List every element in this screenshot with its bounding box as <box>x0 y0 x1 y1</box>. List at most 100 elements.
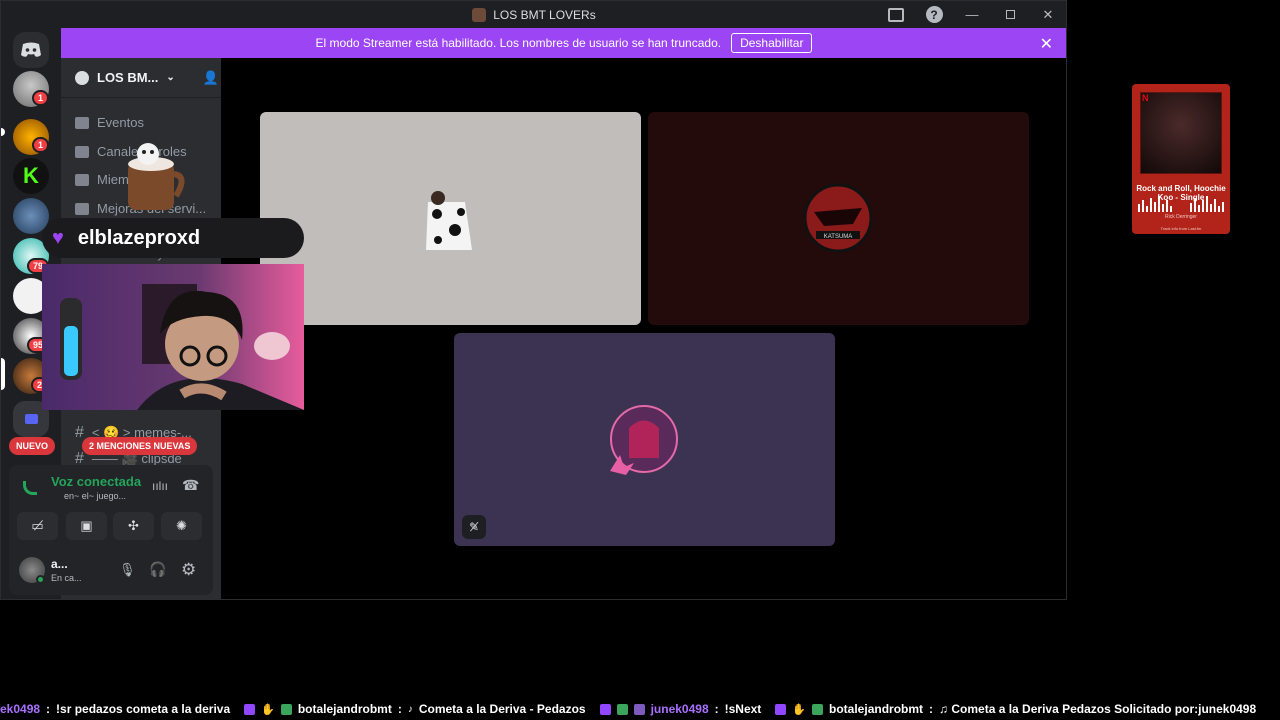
chat-ticker: ek0498: !sr pedazos cometa a la deriva ✋… <box>0 698 1280 720</box>
banner-close-icon[interactable]: ✕ <box>1040 34 1053 54</box>
hand-badge-icon: ✋ <box>261 703 275 716</box>
music-icon: ♪ <box>407 703 413 715</box>
badge-dm: 1 <box>32 90 50 106</box>
user-status: En ca... <box>51 573 82 583</box>
disable-streamer-mode-button[interactable]: Deshabilitar <box>731 33 813 53</box>
ticker-sep: : <box>714 702 719 716</box>
streamer-name: elblazeproxd <box>77 226 201 249</box>
muted-mic-icon: ✎̸ <box>468 520 480 534</box>
sidebar-item-eventos[interactable]: Eventos <box>75 115 144 130</box>
online-status-dot <box>36 575 45 584</box>
participant-tile-1[interactable] <box>260 112 641 325</box>
ticker-message: Cometa a la Deriva - Pedazos <box>418 702 586 716</box>
noise-suppression-icon[interactable]: ıılıı <box>152 479 168 493</box>
headphones-icon[interactable]: 🎧 <box>149 561 166 578</box>
ticker-user: botalejandrobmt <box>829 702 924 716</box>
participant-avatar-2: KATSUMA <box>803 183 873 253</box>
banner-message: El modo Streamer está habilitado. Los no… <box>315 36 722 50</box>
mug-sticker <box>118 140 188 214</box>
disconnect-icon[interactable]: ☎ <box>182 477 199 494</box>
sub-badge-icon <box>633 703 645 715</box>
invite-icon[interactable]: 👤 <box>203 70 219 86</box>
ticker-sep: : <box>397 702 402 716</box>
user-area: a... En ca... 🎙 🎧 ⚙ <box>9 549 213 593</box>
microphone-icon[interactable]: 🎙 <box>119 562 136 578</box>
selected-pill <box>1 358 5 390</box>
ticker-message: !sr pedazos cometa a la deriva <box>56 702 231 716</box>
activities-button[interactable]: ✣ <box>113 512 154 540</box>
guild-name: LOS BM... <box>97 70 159 85</box>
ticker-sep: : <box>46 702 51 716</box>
help-button[interactable]: ? <box>915 1 953 28</box>
ticker-sep: : <box>929 702 934 716</box>
track-artist: Rick Derringer <box>1165 214 1197 220</box>
activities-icon: ✣ <box>128 518 139 533</box>
streamer-mode-banner: El modo Streamer está habilitado. Los no… <box>61 28 1066 58</box>
chevron-down-icon: ⌄ <box>166 72 175 83</box>
guild-header[interactable]: LOS BM... ⌄ 👤 <box>61 58 221 98</box>
soundboard-button[interactable]: ✺ <box>161 512 202 540</box>
calendar-icon <box>75 116 89 129</box>
maximize-icon <box>1005 10 1015 19</box>
ticker-user: junek0498 <box>650 702 709 716</box>
hash-icon: # <box>75 424 84 441</box>
window-title: LOS BMT LOVERs <box>472 7 596 22</box>
inbox-icon <box>888 7 904 22</box>
signal-icon <box>23 481 37 495</box>
members-icon <box>75 173 89 186</box>
camera-off-icon: ▭̸ <box>31 518 44 533</box>
participant-tile-3[interactable]: ✎̸ <box>454 333 835 546</box>
ticker-user: botalejandrobmt <box>297 702 392 716</box>
participant-avatar-3 <box>610 405 678 475</box>
folder-glyph-icon <box>24 414 38 424</box>
voice-status[interactable]: Voz conectada <box>51 474 141 489</box>
minimize-icon: — <box>965 7 979 22</box>
twitch-badge-icon <box>599 703 611 715</box>
help-icon: ? <box>925 6 943 23</box>
discord-home-button[interactable] <box>13 32 49 68</box>
close-icon: ✕ <box>1042 6 1054 22</box>
ticker-message: !sNext <box>724 702 762 716</box>
server-icon <box>472 7 487 22</box>
audio-visualizer <box>1138 196 1224 212</box>
unread-pill <box>1 128 5 136</box>
webcam-feed <box>42 264 304 410</box>
ticker-user: ek0498 <box>0 702 41 716</box>
album-art <box>1140 92 1222 174</box>
track-source: Track info from Last.fm <box>1160 226 1202 231</box>
verified-badge-icon <box>812 703 824 715</box>
mentions-pill[interactable]: 2 MENCIONES NUEVAS <box>82 437 198 455</box>
server-icon-kick[interactable]: K <box>13 158 49 194</box>
twitch-badge-icon <box>244 703 256 715</box>
ticker-message: ♫ Cometa a la Deriva Pedazos Solicitado … <box>939 702 1257 716</box>
share-screen-button[interactable]: ▣ <box>66 512 107 540</box>
channels-icon <box>75 145 89 158</box>
heart-icon: ♥ <box>52 226 64 249</box>
new-pill[interactable]: NUEVO <box>9 437 56 455</box>
close-window-button[interactable]: ✕ <box>1029 1 1066 28</box>
title-bar-controls: ? — ✕ <box>877 1 1066 28</box>
minimize-button[interactable]: — <box>953 1 991 28</box>
hand-badge-icon: ✋ <box>792 703 807 716</box>
participant-tile-2[interactable]: KATSUMA <box>648 112 1029 325</box>
verified-badge-icon <box>616 703 628 715</box>
webcam-overlay <box>42 264 304 410</box>
inbox-button[interactable] <box>877 1 915 28</box>
badge-vip: 1 <box>32 137 50 153</box>
streamer-name-overlay: ♥ elblazeproxd <box>42 218 304 258</box>
gear-icon[interactable]: ⚙ <box>181 560 196 580</box>
title-bar: LOS BMT LOVERs ? — ✕ <box>1 1 1066 28</box>
mute-indicator: ✎̸ <box>462 515 486 539</box>
netflix-logo-icon: N <box>1142 93 1149 103</box>
discord-logo-icon <box>21 42 41 57</box>
screen-share-icon: ▣ <box>80 518 93 533</box>
user-name: a... <box>51 557 68 571</box>
camera-button[interactable]: ▭̸ <box>17 512 58 540</box>
voice-channel-name[interactable]: en~ el~ juego... <box>64 491 126 501</box>
boost-icon <box>75 202 89 215</box>
avatar-label: KATSUMA <box>824 234 853 240</box>
verified-badge-icon <box>280 703 292 715</box>
soundboard-icon: ✺ <box>176 518 187 533</box>
participant-avatar-1 <box>426 191 472 250</box>
maximize-button[interactable] <box>991 1 1029 28</box>
